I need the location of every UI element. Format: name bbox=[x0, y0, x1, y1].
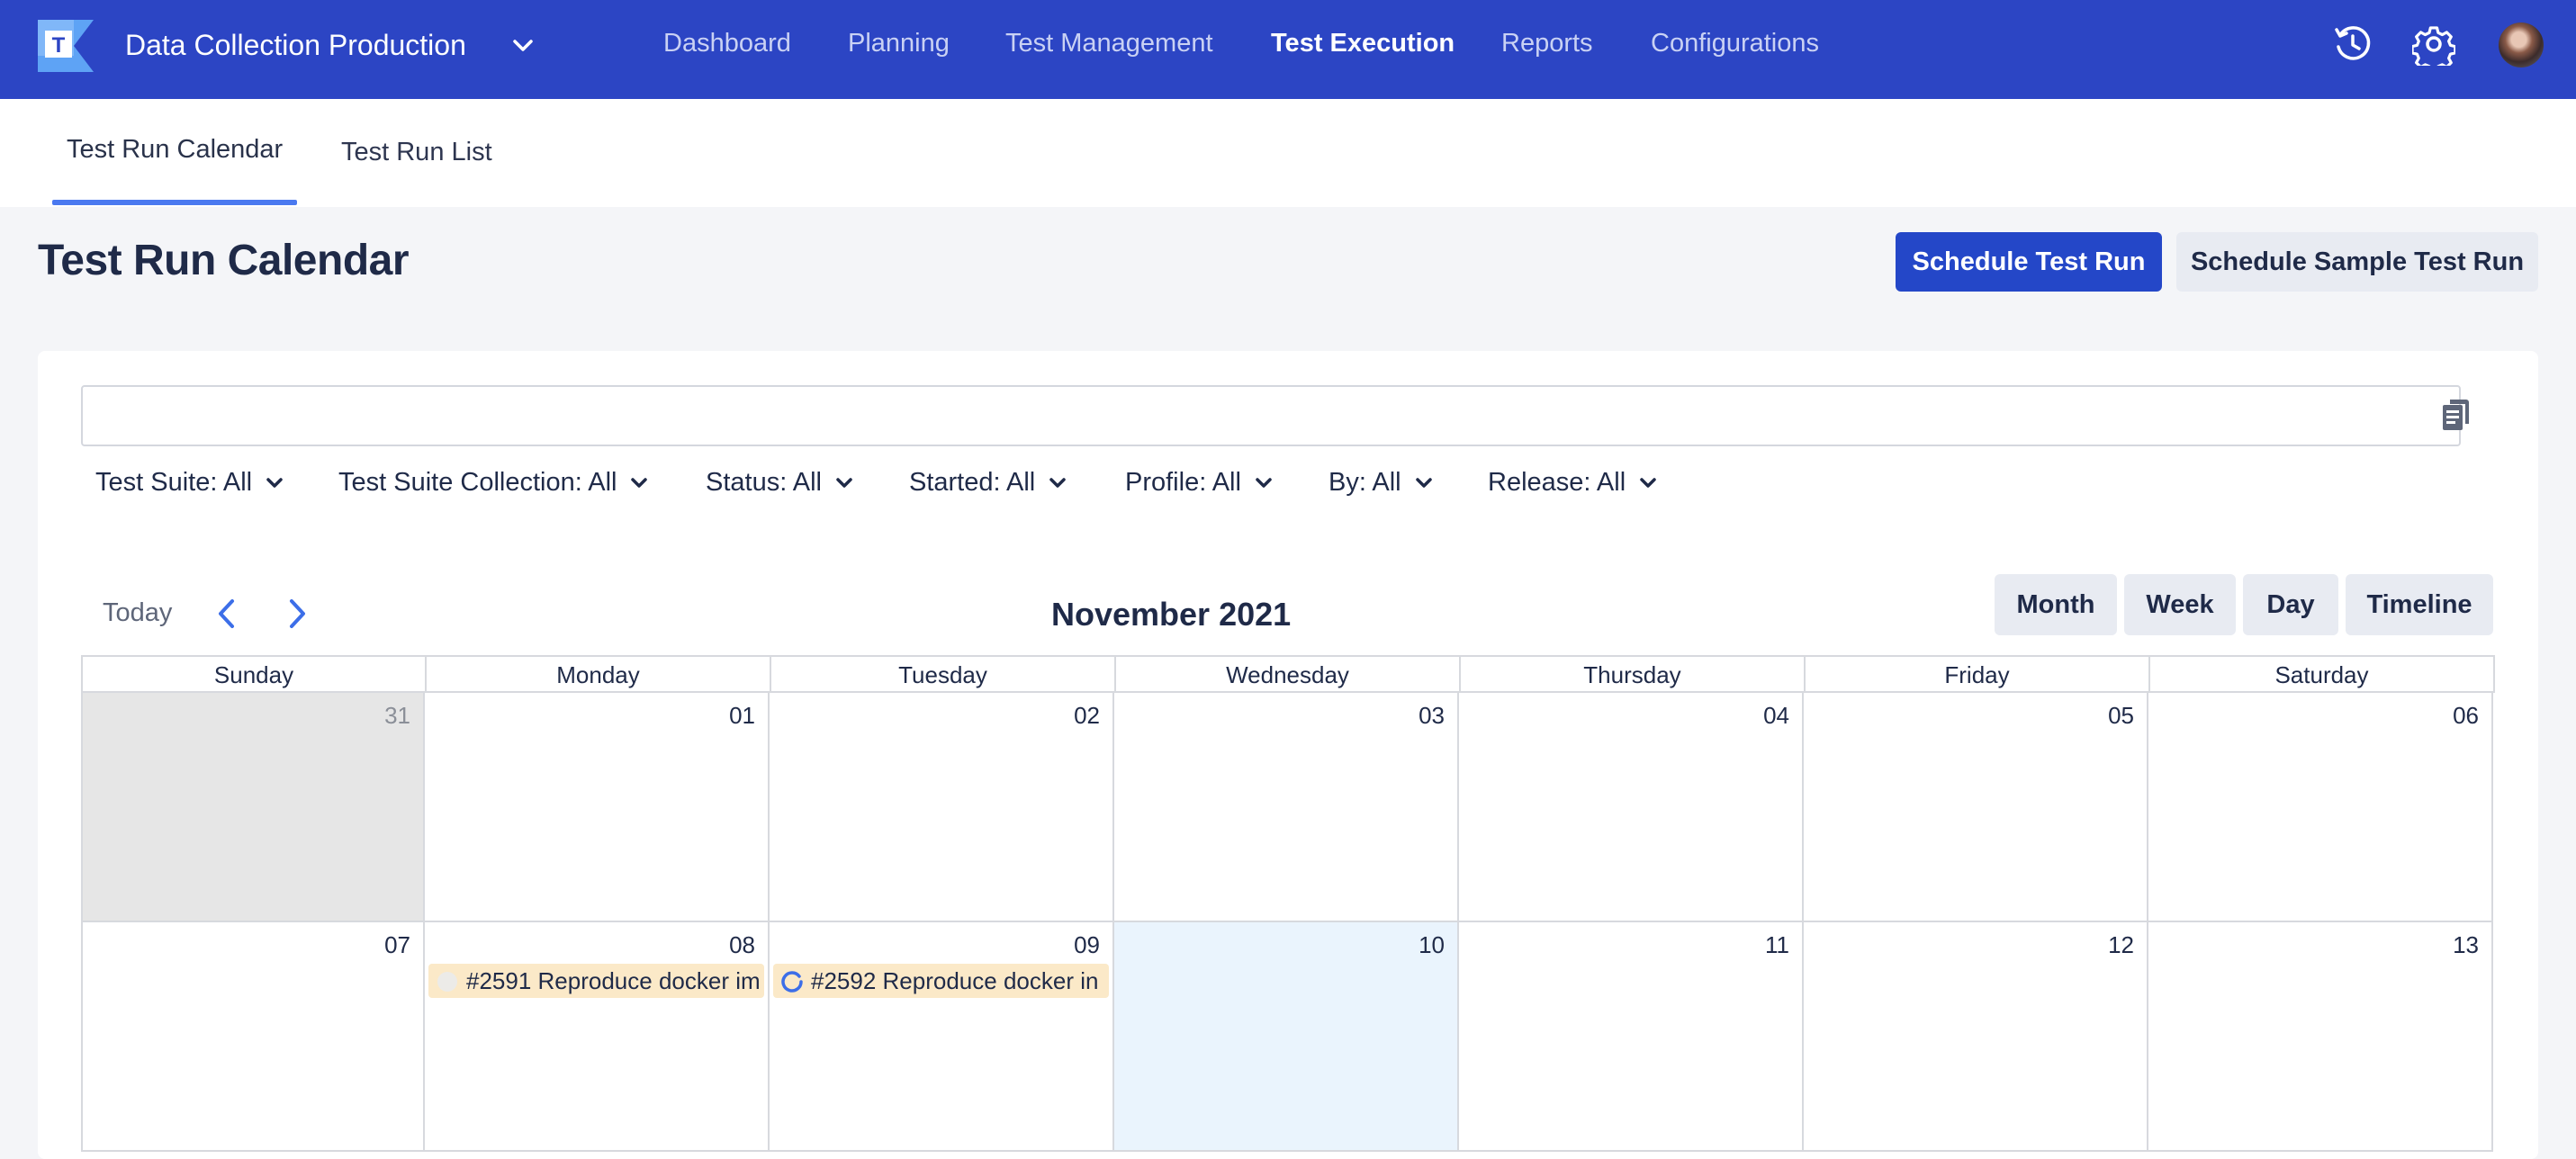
schedule-test-run-button[interactable]: Schedule Test Run bbox=[1896, 232, 2162, 292]
filter-label: Started: All bbox=[909, 468, 1036, 497]
nav-planning[interactable]: Planning bbox=[848, 29, 950, 58]
event-title: #2592 Reproduce docker in bbox=[811, 967, 1099, 994]
filter-by[interactable]: By: All bbox=[1329, 468, 1432, 498]
day-cell[interactable]: 03 bbox=[1114, 693, 1459, 922]
top-navigation-bar: T Data Collection Production Dashboard P… bbox=[0, 0, 2576, 99]
schedule-sample-test-run-button[interactable]: Schedule Sample Test Run bbox=[2176, 232, 2538, 292]
weekday-label: Monday bbox=[427, 657, 771, 693]
day-number: 07 bbox=[384, 931, 410, 958]
event-title: #2591 Reproduce docker im bbox=[466, 967, 761, 994]
filter-label: Release: All bbox=[1488, 468, 1626, 497]
day-number: 11 bbox=[1765, 931, 1789, 958]
day-cell[interactable]: 02 bbox=[770, 693, 1114, 922]
day-cell[interactable]: 04 bbox=[1459, 693, 1804, 922]
today-button[interactable]: Today bbox=[103, 598, 172, 628]
day-number: 13 bbox=[2453, 931, 2479, 958]
filter-test-suite-collection[interactable]: Test Suite Collection: All bbox=[338, 468, 648, 498]
day-number: 12 bbox=[2108, 931, 2134, 958]
day-number: 02 bbox=[1074, 702, 1100, 729]
caret-down-icon bbox=[631, 477, 648, 488]
gear-icon[interactable] bbox=[2412, 22, 2455, 66]
day-number: 31 bbox=[384, 702, 410, 729]
nav-dashboard[interactable]: Dashboard bbox=[663, 29, 791, 58]
weekday-label: Sunday bbox=[83, 657, 427, 693]
test-run-event[interactable]: #2592 Reproduce docker in bbox=[773, 964, 1109, 998]
nav-test-execution[interactable]: Test Execution bbox=[1271, 29, 1455, 58]
day-cell[interactable]: 01 bbox=[425, 693, 770, 922]
user-avatar[interactable] bbox=[2499, 22, 2544, 67]
sub-tabs: Test Run Calendar Test Run List bbox=[0, 99, 2576, 207]
day-number: 10 bbox=[1419, 931, 1445, 958]
caret-down-icon bbox=[836, 477, 852, 488]
filter-label: By: All bbox=[1329, 468, 1401, 497]
caret-down-icon bbox=[1640, 477, 1656, 488]
filter-label: Test Suite Collection: All bbox=[338, 468, 617, 497]
calendar-card: Test Suite: All Test Suite Collection: A… bbox=[38, 351, 2538, 1159]
calendar-week: 07 08 #2591 Reproduce docker im 09 #2592… bbox=[81, 922, 2495, 1152]
caret-down-icon bbox=[1049, 477, 1066, 488]
weekday-label: Thursday bbox=[1461, 657, 1806, 693]
nav-test-management[interactable]: Test Management bbox=[1005, 29, 1213, 58]
caret-down-icon bbox=[1256, 477, 1272, 488]
day-number: 03 bbox=[1419, 702, 1445, 729]
search-input[interactable] bbox=[81, 385, 2461, 446]
day-cell[interactable]: 31 bbox=[81, 693, 425, 922]
filter-release[interactable]: Release: All bbox=[1488, 468, 1656, 498]
view-day-button[interactable]: Day bbox=[2243, 574, 2338, 635]
filter-label: Profile: All bbox=[1125, 468, 1241, 497]
day-cell[interactable]: 12 bbox=[1804, 922, 2148, 1152]
day-cell[interactable]: 06 bbox=[2148, 693, 2493, 922]
nav-configurations[interactable]: Configurations bbox=[1651, 29, 1819, 58]
chevron-right-icon[interactable] bbox=[283, 596, 313, 632]
calendar-week: 31 01 02 03 04 05 06 bbox=[81, 693, 2495, 922]
day-number: 06 bbox=[2453, 702, 2479, 729]
tab-test-run-list[interactable]: Test Run List bbox=[341, 138, 492, 167]
day-number: 01 bbox=[729, 702, 755, 729]
view-week-button[interactable]: Week bbox=[2124, 574, 2236, 635]
history-icon[interactable] bbox=[2331, 22, 2374, 66]
active-tab-indicator bbox=[52, 200, 297, 205]
nav-reports[interactable]: Reports bbox=[1501, 29, 1593, 58]
caret-down-icon bbox=[266, 477, 283, 488]
filter-label: Status: All bbox=[706, 468, 822, 497]
day-number: 09 bbox=[1074, 931, 1100, 958]
day-cell-today[interactable]: 10 bbox=[1114, 922, 1459, 1152]
queued-status-icon bbox=[437, 972, 457, 992]
chevron-down-icon[interactable] bbox=[509, 32, 536, 59]
day-number: 08 bbox=[729, 931, 755, 958]
day-cell[interactable]: 09 #2592 Reproduce docker in bbox=[770, 922, 1114, 1152]
filter-test-suite[interactable]: Test Suite: All bbox=[95, 468, 283, 498]
day-cell[interactable]: 08 #2591 Reproduce docker im bbox=[425, 922, 770, 1152]
day-cell[interactable]: 05 bbox=[1804, 693, 2148, 922]
chevron-left-icon[interactable] bbox=[211, 596, 241, 632]
month-title: November 2021 bbox=[1051, 596, 1292, 633]
project-name[interactable]: Data Collection Production bbox=[125, 27, 466, 63]
weekday-label: Wednesday bbox=[1116, 657, 1461, 693]
view-month-button[interactable]: Month bbox=[1995, 574, 2117, 635]
filter-profile[interactable]: Profile: All bbox=[1125, 468, 1272, 498]
katalon-logo-icon[interactable]: T bbox=[38, 20, 94, 72]
view-timeline-button[interactable]: Timeline bbox=[2346, 574, 2493, 635]
day-cell[interactable]: 13 bbox=[2148, 922, 2493, 1152]
caret-down-icon bbox=[1415, 477, 1432, 488]
test-run-event[interactable]: #2591 Reproduce docker im bbox=[428, 964, 764, 998]
page-title: Test Run Calendar bbox=[38, 237, 410, 284]
filter-started[interactable]: Started: All bbox=[909, 468, 1066, 498]
day-number: 05 bbox=[2108, 702, 2134, 729]
weekday-header: Sunday Monday Tuesday Wednesday Thursday… bbox=[81, 655, 2495, 693]
weekday-label: Friday bbox=[1806, 657, 2150, 693]
running-spinner-icon bbox=[781, 971, 803, 993]
day-cell[interactable]: 07 bbox=[81, 922, 425, 1152]
tab-test-run-calendar[interactable]: Test Run Calendar bbox=[67, 135, 283, 165]
day-cell[interactable]: 11 bbox=[1459, 922, 1804, 1152]
filter-status[interactable]: Status: All bbox=[706, 468, 852, 498]
day-number: 04 bbox=[1763, 702, 1789, 729]
svg-text:T: T bbox=[52, 33, 66, 58]
weekday-label: Tuesday bbox=[771, 657, 1116, 693]
copy-icon[interactable] bbox=[2441, 398, 2473, 434]
filter-label: Test Suite: All bbox=[95, 468, 253, 497]
weekday-label: Saturday bbox=[2274, 661, 2369, 688]
